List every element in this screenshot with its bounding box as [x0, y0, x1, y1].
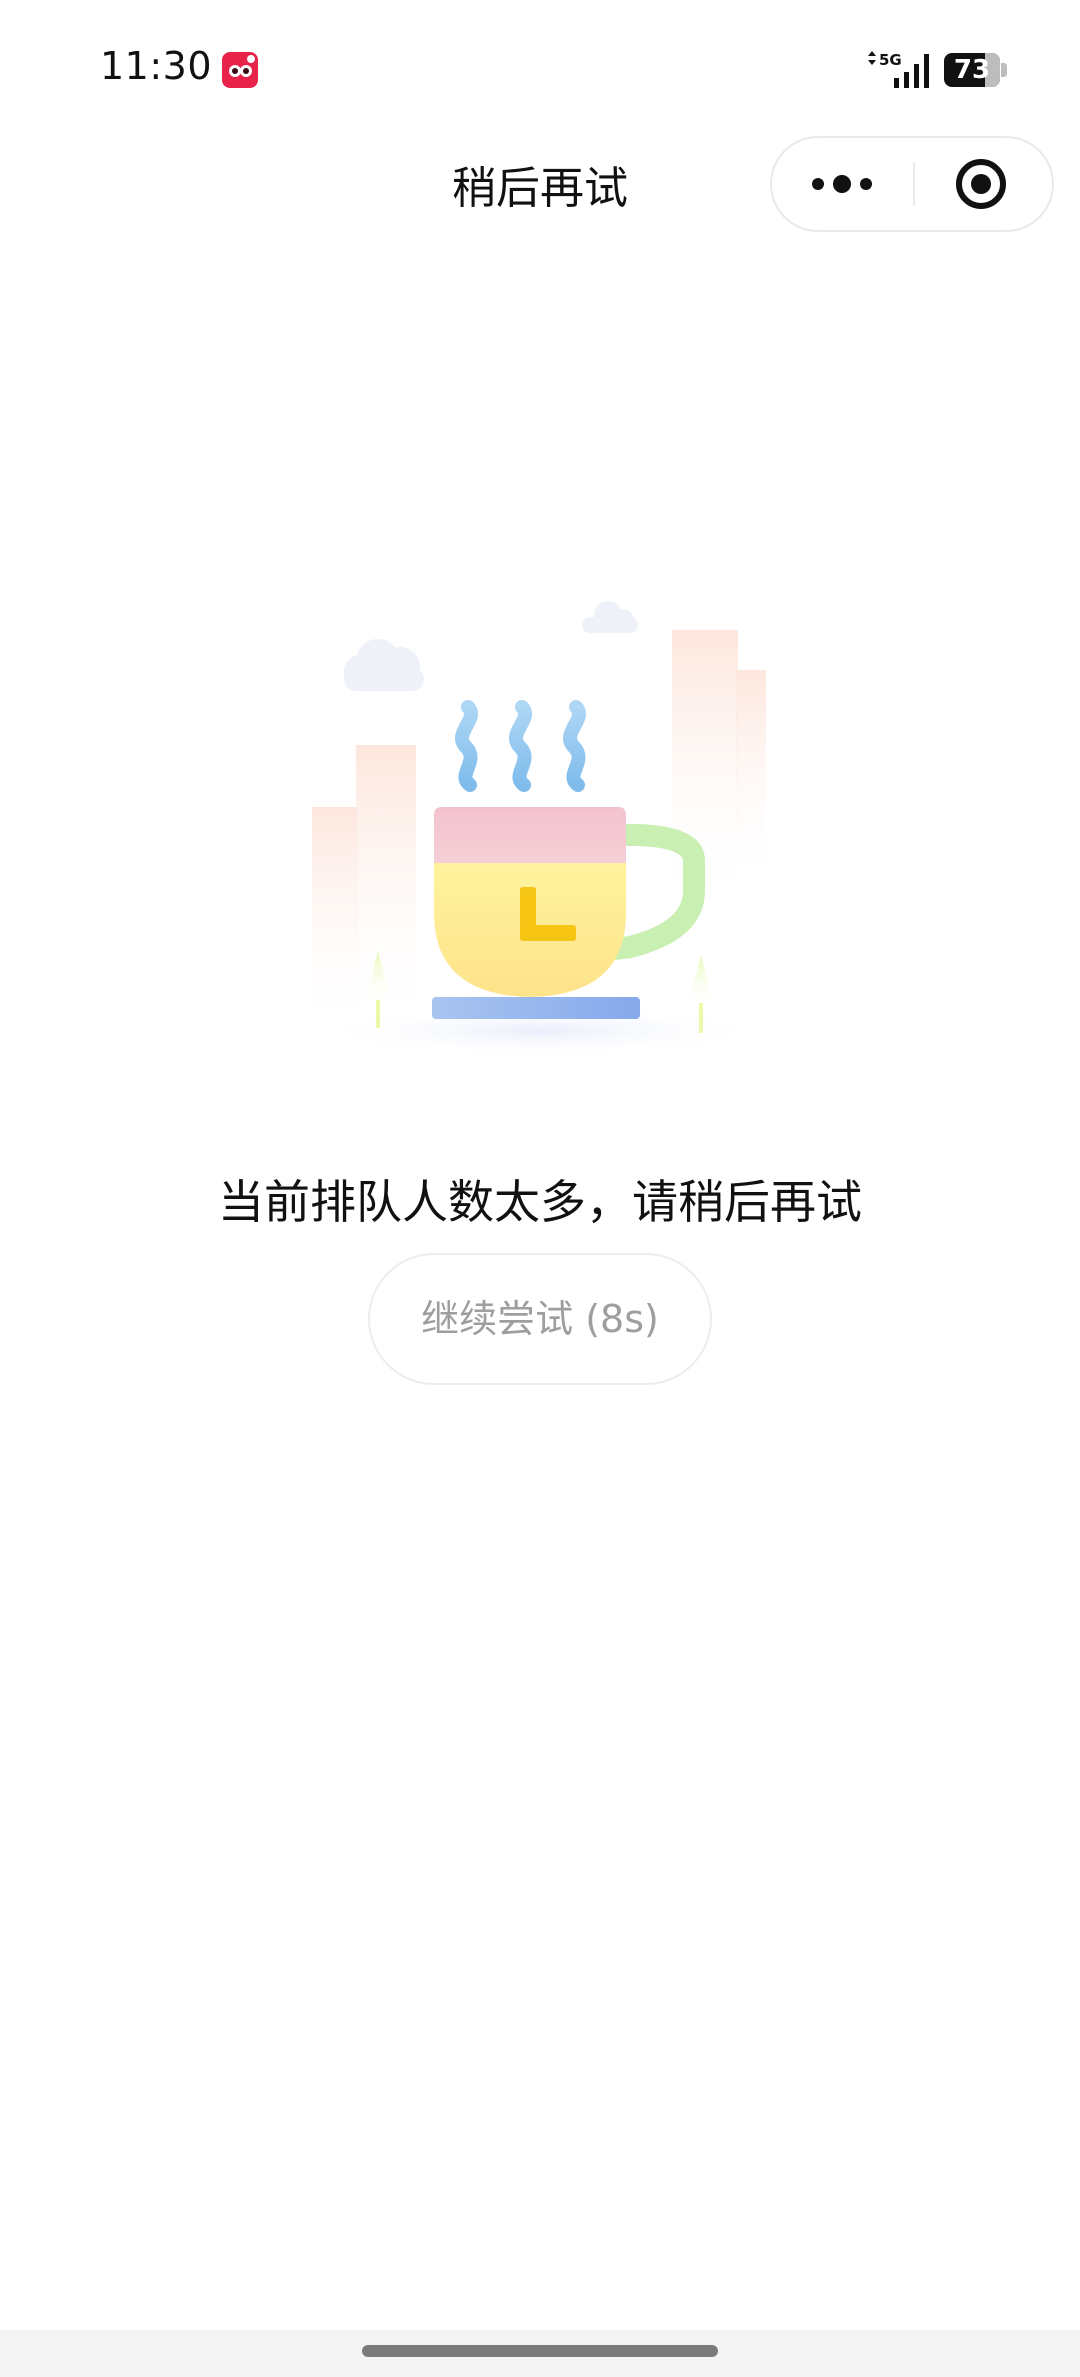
cloud-right-icon: [582, 601, 638, 633]
retry-button[interactable]: 继续尝试 (8s): [368, 1253, 712, 1385]
status-time: 11:30: [100, 44, 213, 88]
home-indicator[interactable]: [362, 2345, 718, 2357]
target-close-icon[interactable]: [916, 138, 1052, 230]
app-notification-icon: [222, 52, 258, 88]
battery-icon: 73: [944, 53, 1010, 87]
capsule-divider: [913, 162, 915, 206]
more-dots-icon[interactable]: [772, 138, 912, 230]
battery-body: 73: [944, 53, 1000, 87]
network-label: 5G: [879, 51, 902, 69]
battery-cap: [1001, 63, 1007, 77]
queue-busy-message: 当前排队人数太多，请稍后再试: [218, 1175, 862, 1229]
battery-level: 73: [953, 55, 991, 85]
coffee-cup-clock-illustration: [310, 601, 770, 1057]
signal-5g-icon: 5G: [868, 51, 929, 88]
cloud-left-icon: [344, 639, 424, 691]
steam-icon: [455, 700, 586, 792]
screen: 11:30 5G 73 稍后再试 当前排队人数太多，请稍后再试 继续尝试 (8s…: [0, 0, 1080, 2377]
mini-program-capsule: [770, 136, 1054, 232]
